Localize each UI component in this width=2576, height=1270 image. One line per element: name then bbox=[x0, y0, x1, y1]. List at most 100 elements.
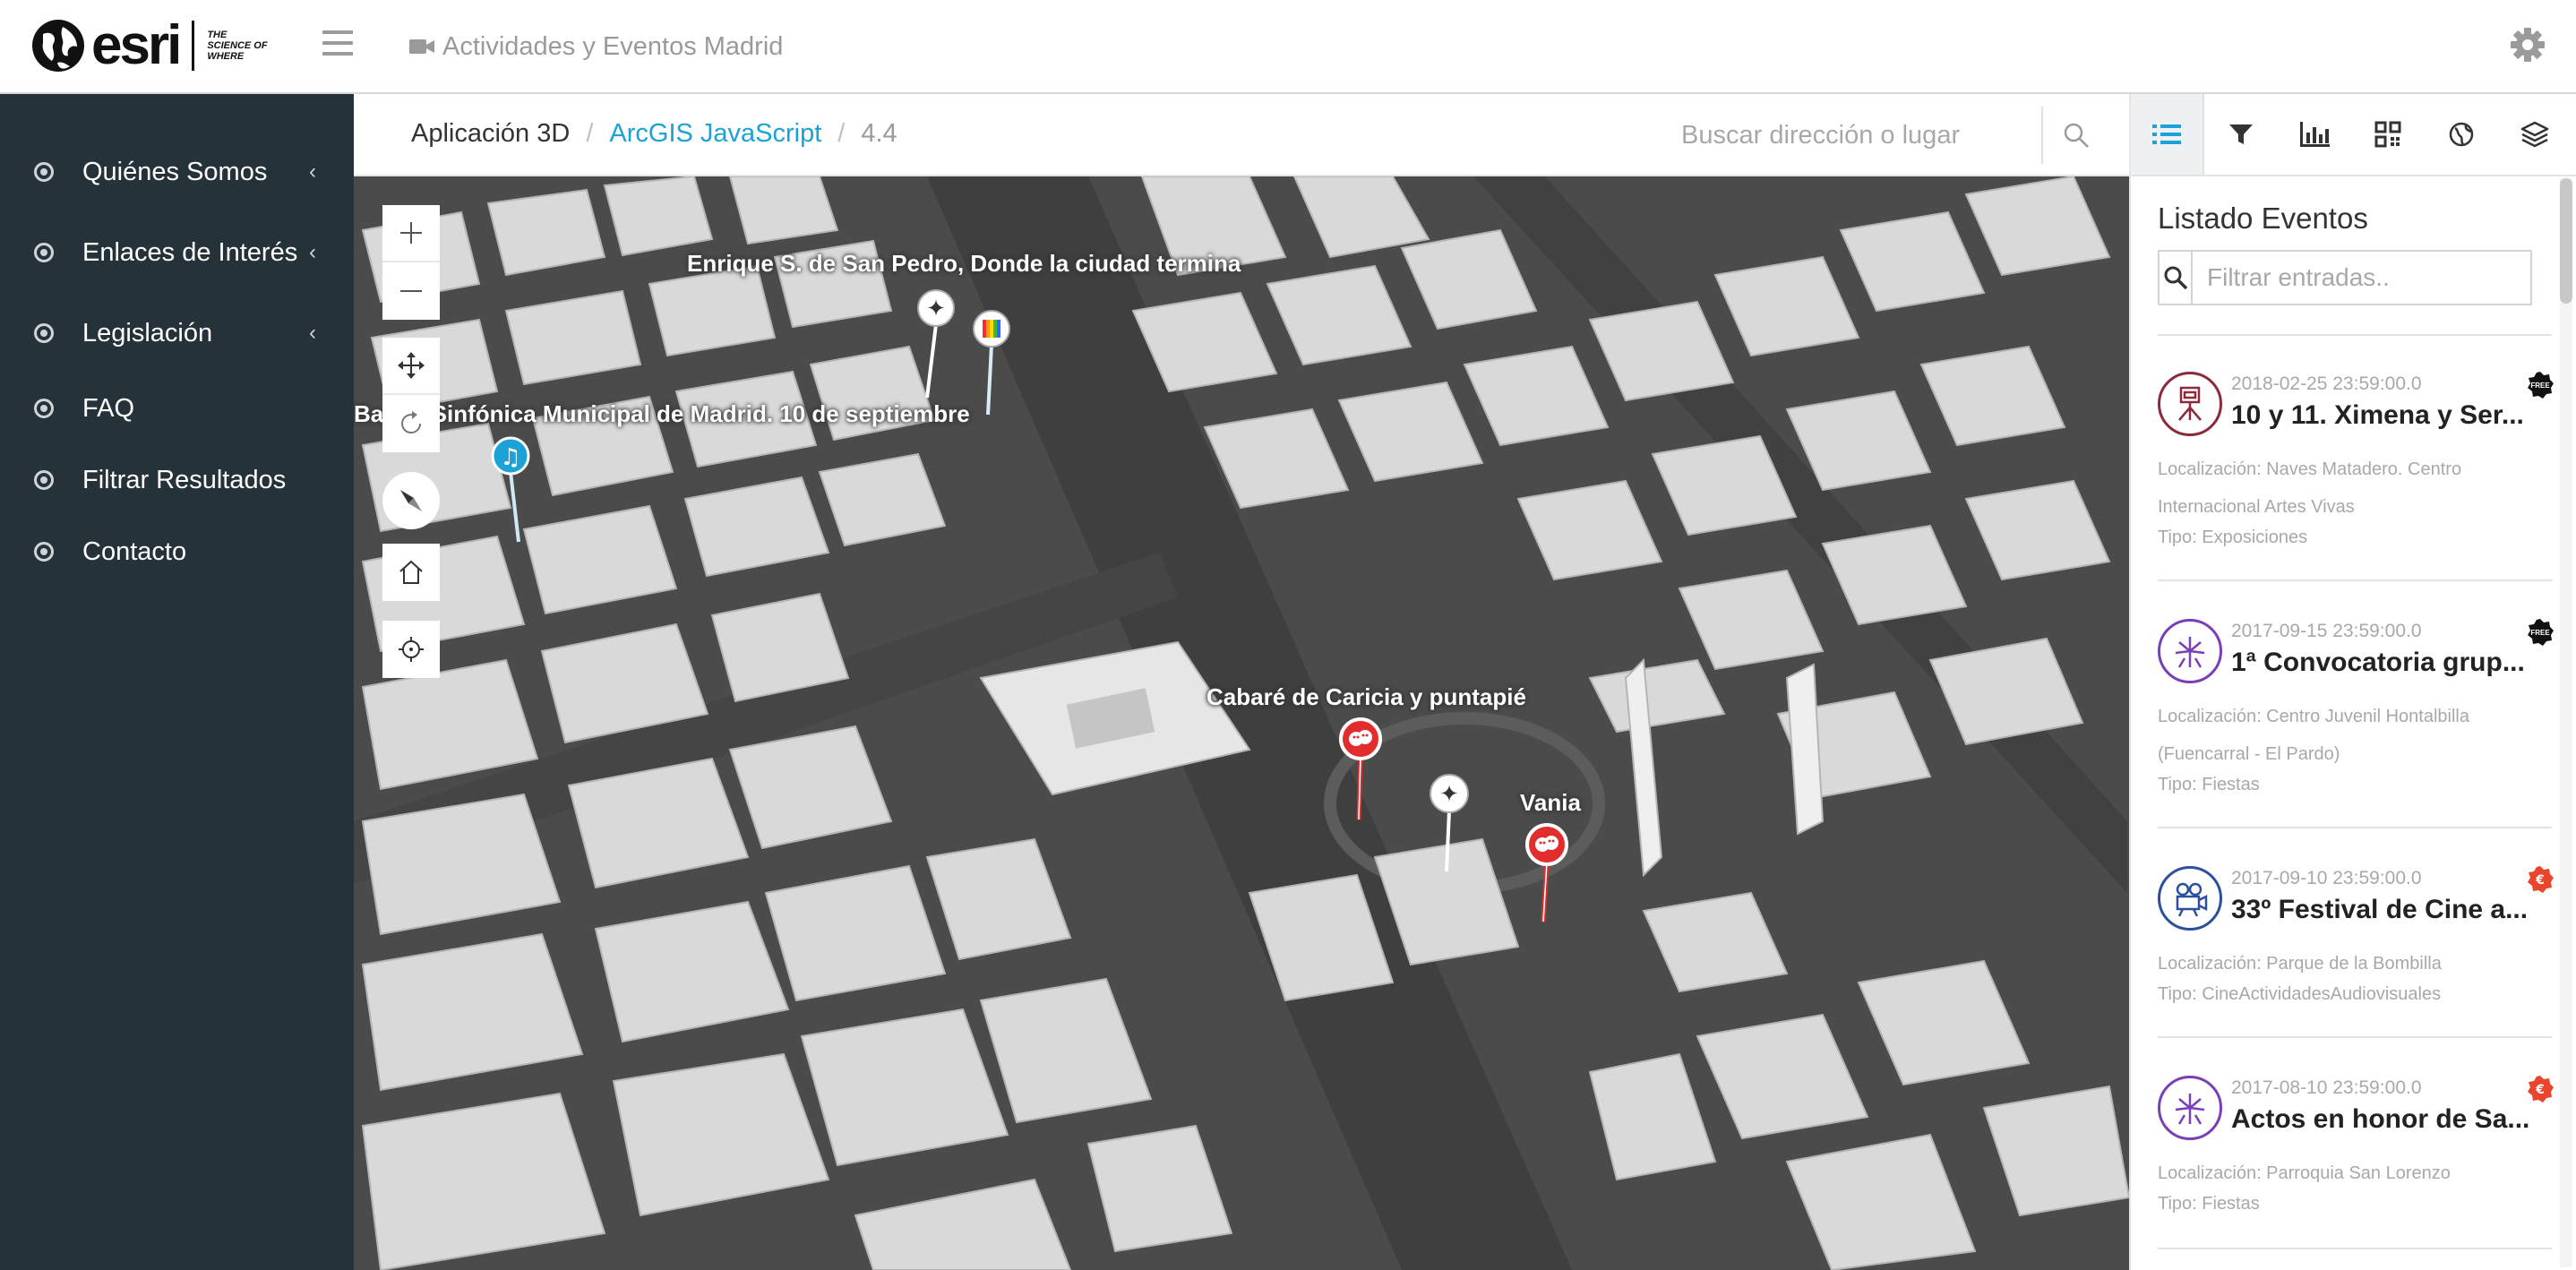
tab-filter[interactable] bbox=[2204, 94, 2278, 175]
navigation-mode-controls bbox=[382, 338, 440, 452]
tab-layers[interactable] bbox=[2498, 94, 2572, 175]
event-item[interactable]: 2017-09-10 23:59:00.0 33º Festival de Ci… bbox=[2158, 866, 2554, 1081]
free-badge-icon: FREE bbox=[2528, 619, 2554, 646]
rainbow-pin[interactable] bbox=[972, 309, 1011, 416]
breadcrumb-separator: / bbox=[586, 119, 594, 148]
fireworks-icon bbox=[2158, 619, 2222, 683]
tab-chart[interactable] bbox=[2278, 94, 2351, 175]
event-title[interactable]: 33º Festival de Cine a... bbox=[2231, 895, 2536, 925]
video-camera-icon bbox=[409, 39, 434, 54]
plus-icon bbox=[400, 222, 422, 244]
sidebar-item-enlaces[interactable]: Enlaces de Interés ‹ bbox=[0, 226, 354, 279]
event-type: Tipo: Exposiciones bbox=[2158, 528, 2308, 547]
esri-logo[interactable]: esri THE SCIENCE OF WHERE bbox=[30, 16, 270, 75]
svg-text:€: € bbox=[2535, 873, 2545, 888]
events-filter bbox=[2158, 250, 2532, 305]
paid-badge-icon: € bbox=[2528, 1076, 2554, 1103]
tab-basemap[interactable] bbox=[2425, 94, 2498, 175]
breadcrumb-item-arcgis[interactable]: ArcGIS JavaScript bbox=[609, 119, 821, 149]
event-location: Localización: Parque de la Bombilla bbox=[2158, 954, 2442, 974]
qr-icon bbox=[2374, 121, 2401, 148]
chevron-left-icon: ‹ bbox=[309, 321, 316, 345]
svg-text:€: € bbox=[2535, 1083, 2545, 1097]
event-date: 2017-09-10 23:59:00.0 bbox=[2231, 868, 2422, 888]
exhibition-icon bbox=[2158, 372, 2222, 436]
event-location: Localización: Centro Juvenil Hontalbilla… bbox=[2158, 707, 2469, 764]
breadcrumb-item-version: 4.4 bbox=[861, 119, 897, 148]
address-search-input[interactable] bbox=[1670, 108, 2038, 162]
sidebar-item-label: Filtrar Resultados bbox=[82, 465, 287, 494]
map-label: Vania bbox=[1520, 789, 1581, 816]
event-title[interactable]: Actos en honor de Sa... bbox=[2231, 1104, 2536, 1135]
svg-text:✦: ✦ bbox=[926, 296, 946, 322]
pan-button[interactable] bbox=[382, 338, 440, 395]
divider bbox=[2158, 579, 2552, 581]
locate-button[interactable] bbox=[382, 621, 440, 678]
sidebar-item-label: Contacto bbox=[82, 536, 187, 566]
map-label: Enrique S. de San Pedro, Donde la ciudad… bbox=[687, 250, 1241, 277]
panel-scrollbar[interactable] bbox=[2560, 178, 2572, 1267]
theater-pin[interactable] bbox=[1524, 823, 1570, 923]
sidebar-item-quienes-somos[interactable]: Quiénes Somos ‹ bbox=[0, 145, 354, 199]
app-title: Actividades y Eventos Madrid bbox=[408, 30, 783, 63]
home-control bbox=[382, 544, 440, 601]
svg-text:✦: ✦ bbox=[1439, 781, 1459, 808]
sparkle-pin[interactable]: ✦ bbox=[916, 288, 956, 399]
panel-toolbar bbox=[2129, 94, 2576, 176]
event-type: Tipo: CineActividadesAudiovisuales bbox=[2158, 984, 2442, 1004]
sidebar-item-faq[interactable]: FAQ bbox=[0, 382, 354, 435]
event-item[interactable]: 2017-08-10 23:59:00.0 Actos en honor de … bbox=[2158, 1076, 2554, 1270]
zoom-in-button[interactable] bbox=[382, 205, 440, 262]
sidebar-item-label: Quiénes Somos bbox=[82, 157, 268, 186]
divider bbox=[2158, 827, 2552, 828]
zoom-out-button[interactable] bbox=[382, 262, 440, 320]
event-item[interactable]: 2018-02-25 23:59:00.0 10 y 11. Ximena y … bbox=[2158, 372, 2554, 587]
music-pin[interactable]: ♫ bbox=[490, 436, 531, 544]
list-icon bbox=[2152, 124, 2181, 144]
map-label: Banda Sinfónica Municipal de Madrid. 10 … bbox=[354, 400, 970, 427]
divider bbox=[2158, 334, 2552, 336]
theater-pin[interactable] bbox=[1337, 717, 1384, 821]
zoom-controls bbox=[382, 205, 440, 320]
sidebar-item-label: Enlaces de Interés bbox=[82, 237, 298, 267]
crosshair-icon bbox=[399, 637, 424, 662]
fireworks-icon bbox=[2158, 1076, 2222, 1140]
breadcrumb-item-app[interactable]: Aplicación 3D bbox=[411, 119, 570, 149]
event-item[interactable]: 2017-09-15 23:59:00.0 1ª Convocatoria gr… bbox=[2158, 619, 2554, 834]
filter-search-button[interactable] bbox=[2160, 252, 2193, 304]
event-type: Tipo: Fiestas bbox=[2158, 1194, 2260, 1214]
home-icon bbox=[399, 560, 423, 584]
event-title[interactable]: 1ª Convocatoria grup... bbox=[2231, 648, 2536, 678]
sparkle-pin[interactable]: ✦ bbox=[1429, 773, 1470, 873]
search-icon[interactable] bbox=[2063, 122, 2090, 149]
logo-tagline: THE SCIENCE OF WHERE bbox=[207, 30, 268, 62]
event-date: 2017-08-10 23:59:00.0 bbox=[2231, 1077, 2422, 1098]
paid-badge-icon: € bbox=[2528, 866, 2554, 893]
sidebar-item-legislacion[interactable]: Legislación ‹ bbox=[0, 306, 354, 360]
rotate-button[interactable] bbox=[382, 395, 440, 452]
divider bbox=[2158, 1248, 2552, 1249]
map-label: Cabaré de Caricia y puntapié bbox=[1206, 683, 1526, 710]
event-location: Localización: Naves Matadero. Centro Int… bbox=[2158, 459, 2462, 517]
radio-bullet-icon bbox=[34, 399, 54, 418]
events-panel: Listado Eventos 2018-02-25 23:59:00.0 10… bbox=[2129, 176, 2576, 1270]
tab-list[interactable] bbox=[2131, 94, 2204, 175]
compass-needle-icon bbox=[400, 490, 422, 511]
scrollbar-thumb[interactable] bbox=[2560, 178, 2572, 304]
radio-bullet-icon bbox=[34, 542, 54, 562]
minus-icon bbox=[400, 290, 422, 292]
breadcrumb-separator: / bbox=[837, 119, 846, 148]
compass-button[interactable] bbox=[382, 472, 440, 529]
move-arrows-icon bbox=[398, 352, 425, 379]
map-view-3d[interactable]: Enrique S. de San Pedro, Donde la ciudad… bbox=[354, 176, 2129, 1270]
filter-input[interactable] bbox=[2193, 253, 2530, 303]
projector-icon bbox=[2158, 866, 2222, 931]
home-button[interactable] bbox=[382, 544, 440, 601]
sidebar-item-contacto[interactable]: Contacto bbox=[0, 525, 354, 579]
gear-icon[interactable] bbox=[2510, 27, 2546, 63]
hamburger-menu-icon[interactable] bbox=[322, 30, 353, 61]
sidebar-item-filtrar[interactable]: Filtrar Resultados bbox=[0, 453, 354, 507]
search-icon bbox=[2164, 266, 2187, 290]
event-title[interactable]: 10 y 11. Ximena y Ser... bbox=[2231, 400, 2536, 431]
tab-qr[interactable] bbox=[2351, 94, 2425, 175]
